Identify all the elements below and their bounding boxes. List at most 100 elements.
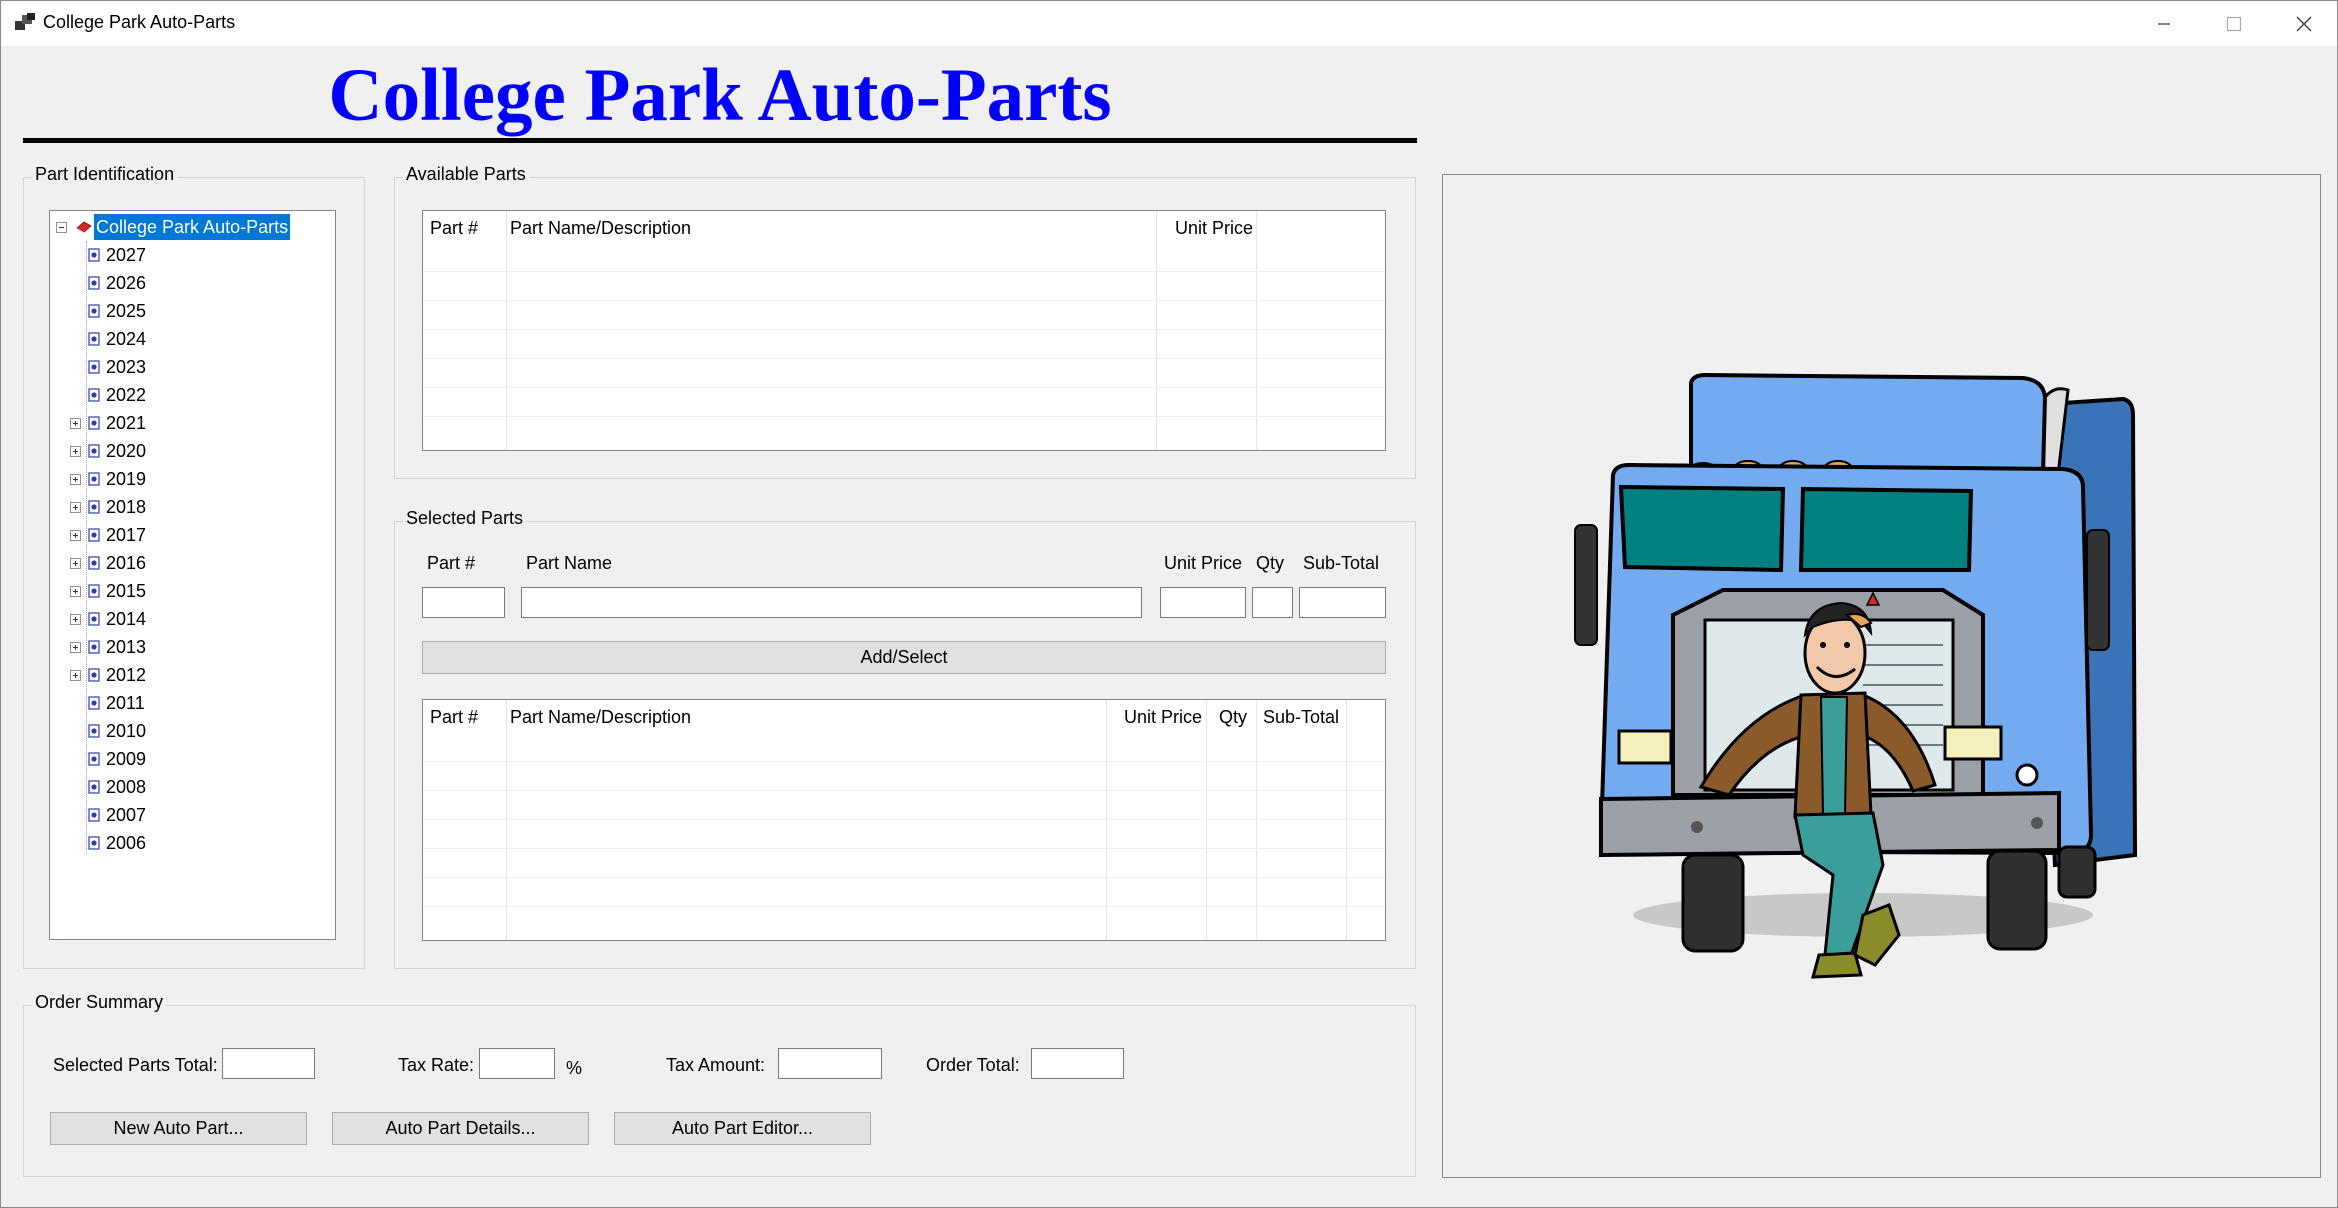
minimize-icon (2158, 22, 2170, 25)
column-header-part-no[interactable]: Part # (430, 700, 478, 734)
available-parts-list[interactable]: Part # Part Name/Description Unit Price (422, 210, 1386, 451)
tree-year-label[interactable]: 2024 (106, 325, 146, 353)
order-total-label: Order Total: (926, 1055, 1020, 1075)
tree-year-label[interactable]: 2020 (106, 437, 146, 465)
column-header-part-name[interactable]: Part Name/Description (510, 211, 691, 245)
part-no-input[interactable] (422, 587, 505, 618)
tax-amount-field[interactable] (778, 1048, 882, 1079)
unit-price-input[interactable] (1160, 587, 1246, 618)
node-icon (88, 416, 100, 430)
tree-year-label[interactable]: 2018 (106, 493, 146, 521)
tree-year-label[interactable]: 2015 (106, 577, 146, 605)
column-header-part-name[interactable]: Part Name/Description (510, 700, 691, 734)
tree-year-label[interactable]: 2006 (106, 829, 146, 857)
list-row (423, 848, 1385, 877)
column-header-unit-price[interactable]: Unit Price (1175, 211, 1253, 245)
node-icon (88, 360, 100, 374)
node-icon (88, 780, 100, 794)
expand-icon[interactable] (70, 530, 81, 541)
column-header-unit-price[interactable]: Unit Price (1124, 700, 1202, 734)
order-total-field[interactable] (1031, 1048, 1124, 1079)
selected-parts-total-label: Selected Parts Total: (53, 1055, 218, 1075)
expand-icon[interactable] (70, 586, 81, 597)
expand-icon[interactable] (70, 474, 81, 485)
tree-year-label[interactable]: 2017 (106, 521, 146, 549)
node-icon (88, 500, 100, 514)
expand-icon[interactable] (70, 614, 81, 625)
group-title: Selected Parts (403, 508, 527, 529)
column-header-sub-total[interactable]: Sub-Total (1263, 700, 1339, 734)
maximize-icon (2226, 16, 2242, 31)
group-title: Order Summary (32, 992, 167, 1013)
tree-guide-line (86, 241, 87, 853)
parts-tree[interactable]: College Park Auto-Parts 2027 2026 2025 2024… (49, 210, 336, 940)
expand-icon[interactable] (70, 670, 81, 681)
expand-icon[interactable] (70, 558, 81, 569)
add-select-button[interactable]: Add/Select (422, 641, 1386, 674)
tree-year-label[interactable]: 2011 (106, 689, 145, 717)
node-icon (88, 724, 100, 738)
node-icon (88, 752, 100, 766)
tree-year-label[interactable]: 2007 (106, 801, 146, 829)
tree-year-label[interactable]: 2022 (106, 381, 146, 409)
group-title: Part Identification (32, 164, 178, 185)
list-row (423, 387, 1385, 416)
qty-input[interactable] (1252, 587, 1293, 618)
tree-year-label[interactable]: 2010 (106, 717, 146, 745)
minimize-button[interactable] (2129, 1, 2199, 46)
list-row (423, 790, 1385, 819)
list-row (423, 358, 1385, 387)
book-icon (76, 221, 92, 234)
tree-year-label[interactable]: 2027 (106, 241, 146, 269)
node-icon (88, 444, 100, 458)
tree-year-label[interactable]: 2016 (106, 549, 146, 577)
expand-icon[interactable] (70, 446, 81, 457)
node-icon (88, 528, 100, 542)
node-icon (88, 612, 100, 626)
sub-total-input[interactable] (1299, 587, 1386, 618)
expand-icon[interactable] (70, 418, 81, 429)
tree-year-label[interactable]: 2025 (106, 297, 146, 325)
tree-year-label[interactable]: 2009 (106, 745, 146, 773)
tree-year-label[interactable]: 2021 (106, 409, 146, 437)
column-header-part-no[interactable]: Part # (430, 211, 478, 245)
maximize-button[interactable] (2199, 1, 2269, 46)
node-icon (88, 696, 100, 710)
tree-year-label[interactable]: 2019 (106, 465, 146, 493)
truck-with-mechanic-icon (1574, 372, 2138, 979)
list-row (423, 329, 1385, 358)
node-icon (88, 304, 100, 318)
picture-box (1442, 174, 2321, 1178)
tree-year-label[interactable]: 2026 (106, 269, 146, 297)
collapse-icon[interactable] (56, 222, 67, 233)
node-icon (88, 808, 100, 822)
tree-year-label[interactable]: 2014 (106, 605, 146, 633)
tax-rate-input[interactable] (479, 1048, 555, 1079)
part-name-input[interactable] (521, 587, 1142, 618)
tree-root-label[interactable]: College Park Auto-Parts (94, 214, 291, 240)
auto-part-editor-button[interactable]: Auto Part Editor... (614, 1112, 871, 1145)
expand-icon[interactable] (70, 502, 81, 513)
page-title: College Park Auto-Parts (328, 54, 1112, 137)
title-bar[interactable]: College Park Auto-Parts (1, 1, 2337, 46)
expand-icon[interactable] (70, 642, 81, 653)
list-row (423, 300, 1385, 329)
tree-year-label[interactable]: 2013 (106, 633, 146, 661)
list-row (423, 416, 1385, 445)
auto-part-details-button[interactable]: Auto Part Details... (332, 1112, 589, 1145)
window-title: College Park Auto-Parts (43, 12, 236, 32)
new-auto-part-button[interactable]: New Auto Part... (50, 1112, 307, 1145)
tree-year-label[interactable]: 2008 (106, 773, 146, 801)
selected-parts-total-field[interactable] (222, 1048, 315, 1079)
part-no-label: Part # (427, 553, 476, 573)
selected-parts-list[interactable]: Part # Part Name/Description Unit Price … (422, 699, 1386, 941)
group-title: Available Parts (403, 164, 529, 185)
unit-price-label: Unit Price (1164, 553, 1243, 573)
column-header-qty[interactable]: Qty (1219, 700, 1247, 734)
node-icon (88, 640, 100, 654)
close-icon (2296, 16, 2312, 31)
tree-year-label[interactable]: 2023 (106, 353, 146, 381)
app-icon (15, 13, 35, 30)
close-button[interactable] (2269, 1, 2338, 46)
tree-year-label[interactable]: 2012 (106, 661, 146, 689)
